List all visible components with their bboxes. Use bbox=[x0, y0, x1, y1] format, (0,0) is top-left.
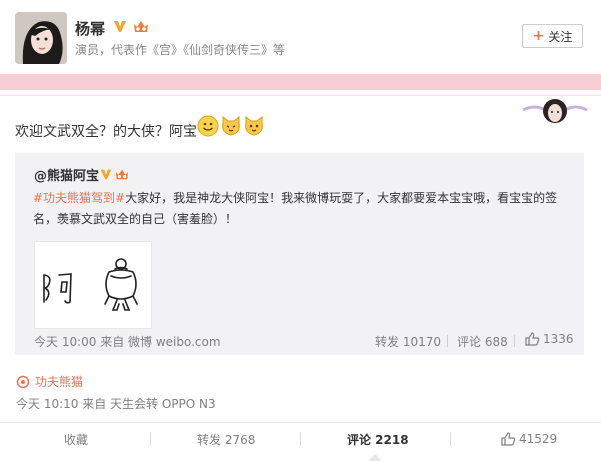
source-line[interactable]: 功夫熊猫 bbox=[16, 373, 83, 390]
plus-icon: + bbox=[532, 28, 545, 44]
verified-v-icon bbox=[99, 166, 113, 180]
like-count: 41529 bbox=[519, 432, 558, 446]
source-label: 功夫熊猫 bbox=[35, 375, 84, 389]
repost-forward-link[interactable]: 转发 10170 bbox=[375, 333, 441, 350]
follow-label: 关注 bbox=[548, 29, 573, 44]
repost-like-button[interactable]: 1336 bbox=[524, 331, 574, 347]
like-button[interactable]: 41529 bbox=[500, 431, 557, 447]
signature-image[interactable] bbox=[34, 241, 152, 329]
source-icon bbox=[16, 375, 30, 388]
divider bbox=[0, 95, 601, 96]
active-tab-caret-icon bbox=[368, 454, 382, 461]
follow-button[interactable]: + 关注 bbox=[522, 24, 583, 48]
separator bbox=[150, 432, 151, 446]
emoji-row bbox=[197, 115, 265, 139]
cat-emoji-icon bbox=[222, 115, 240, 136]
avatar[interactable] bbox=[15, 12, 67, 64]
separator bbox=[450, 432, 451, 446]
favorite-button[interactable]: 收藏 bbox=[64, 431, 88, 448]
separator bbox=[514, 335, 515, 347]
repost-username[interactable]: @熊猫阿宝 bbox=[34, 165, 99, 184]
user-intro: 演员，代表作《宫》《仙剑奇侠传三》等 bbox=[75, 43, 286, 57]
repost-time[interactable]: 今天 10:00 来自 微博 weibo.com bbox=[34, 333, 221, 350]
repost-like-count: 1336 bbox=[543, 332, 574, 346]
cat-emoji-icon bbox=[245, 115, 263, 136]
verified-v-icon bbox=[112, 18, 128, 34]
post-text: 欢迎文武双全？的大侠？阿宝 bbox=[15, 124, 197, 140]
smile-emoji-icon bbox=[197, 115, 219, 137]
thumbs-up-icon bbox=[525, 332, 540, 346]
comment-button[interactable]: 评论 2218 bbox=[347, 431, 409, 448]
username[interactable]: 杨幂 bbox=[75, 18, 105, 39]
thumbs-up-icon bbox=[501, 432, 516, 446]
forward-button[interactable]: 转发 2768 bbox=[197, 431, 255, 448]
separator bbox=[300, 432, 301, 446]
repost-text: #功夫熊猫驾到#大家好，我是神龙大侠阿宝！我来微博玩耍了，大家都要爱本宝宝哦，看… bbox=[33, 188, 573, 230]
vip-crown-icon bbox=[114, 166, 130, 180]
separator bbox=[447, 335, 448, 347]
avatar-sticker-icon bbox=[519, 96, 591, 126]
topic-tag-link[interactable]: #功夫熊猫驾到# bbox=[33, 191, 125, 205]
post-time[interactable]: 今天 10:10 来自 天生会转 OPPO N3 bbox=[16, 395, 216, 412]
divider bbox=[0, 422, 601, 423]
pink-band bbox=[0, 74, 601, 90]
repost-comment-link[interactable]: 评论 688 bbox=[457, 333, 508, 350]
vip-crown-icon bbox=[132, 18, 150, 34]
